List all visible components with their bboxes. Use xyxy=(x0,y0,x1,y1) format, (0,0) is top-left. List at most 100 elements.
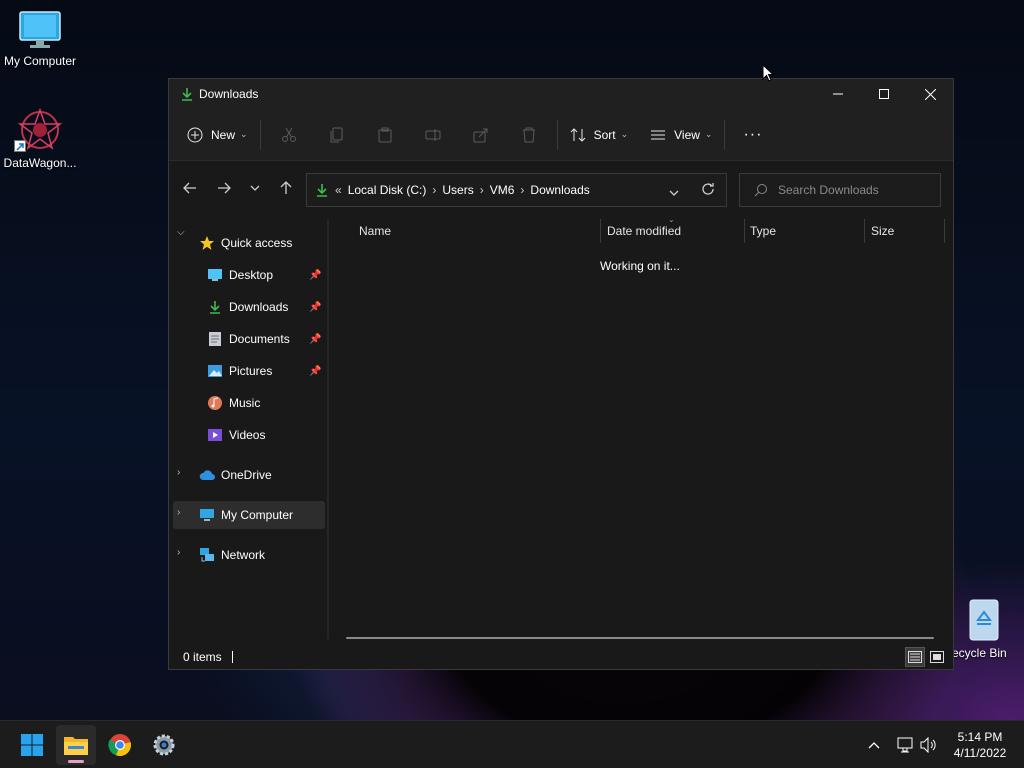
nav-item-label: Videos xyxy=(229,428,266,442)
title-bar[interactable]: Downloads xyxy=(169,79,953,109)
share-button[interactable] xyxy=(457,119,505,151)
window-title: Downloads xyxy=(199,87,259,101)
navigation-pane: ⌵ Quick access Desktop 📌 Downloads 📌 Doc… xyxy=(169,219,329,639)
sort-button-label: Sort xyxy=(593,127,616,142)
desktop-icon-label: ecycle Bin xyxy=(952,646,1007,660)
desktop-icon xyxy=(207,267,223,283)
taskbar-settings[interactable] xyxy=(144,725,184,765)
view-button-label: View xyxy=(674,127,700,142)
chevron-down-icon: ⌄ xyxy=(704,129,713,139)
chevron-down-icon: ⌄ xyxy=(620,129,629,139)
back-button[interactable] xyxy=(173,172,207,204)
desktop-icon-recycle-bin[interactable]: ecycle Bin xyxy=(944,596,1024,660)
maximize-button[interactable] xyxy=(861,79,907,109)
share-icon xyxy=(473,128,488,142)
chevron-right-icon[interactable]: › xyxy=(520,183,524,197)
copy-button[interactable] xyxy=(313,119,361,151)
desktop-icon-my-computer[interactable]: My Computer xyxy=(0,10,80,68)
details-view-button[interactable] xyxy=(905,647,925,667)
start-button[interactable] xyxy=(12,725,52,765)
refresh-button[interactable] xyxy=(701,182,715,199)
show-hidden-icons-button[interactable] xyxy=(868,721,880,768)
taskbar-chrome[interactable] xyxy=(100,725,140,765)
volume-button[interactable] xyxy=(920,721,938,768)
horizontal-scrollbar[interactable] xyxy=(346,637,934,639)
up-button[interactable] xyxy=(269,172,303,204)
chevron-right-icon[interactable]: › xyxy=(177,547,180,558)
sort-button[interactable]: Sort ⌄ xyxy=(562,119,637,151)
desktop-icon-datawagon[interactable]: DataWagon... xyxy=(0,107,80,170)
nav-item-my-computer[interactable]: My Computer xyxy=(199,501,293,529)
toolbar-divider xyxy=(556,119,558,150)
music-icon xyxy=(207,395,223,411)
cut-button[interactable] xyxy=(265,119,313,151)
desktop-icon-label: My Computer xyxy=(3,54,77,68)
nav-item-onedrive[interactable]: OneDrive xyxy=(199,461,272,489)
taskbar: 5:14 PM 4/11/2022 xyxy=(0,720,1024,768)
column-divider[interactable] xyxy=(944,219,945,243)
chevron-right-icon[interactable]: › xyxy=(432,183,436,197)
status-bar: 0 items xyxy=(169,645,953,669)
minimize-button[interactable] xyxy=(815,79,861,109)
clock[interactable]: 5:14 PM 4/11/2022 xyxy=(944,729,1016,761)
nav-item-label: OneDrive xyxy=(221,468,272,482)
new-button[interactable]: New ⌄ xyxy=(179,119,256,151)
chevron-down-icon[interactable]: ⌵ xyxy=(177,227,185,238)
shortcut-arrow-icon xyxy=(14,140,26,152)
breadcrumb-vm6[interactable]: VM6 xyxy=(490,183,515,197)
chevron-down-icon: ⌄ xyxy=(240,129,248,139)
column-divider[interactable] xyxy=(744,219,745,243)
active-app-indicator xyxy=(68,760,84,763)
details-view-icon xyxy=(908,651,922,663)
loading-message: Working on it... xyxy=(600,259,680,273)
column-divider[interactable] xyxy=(864,219,865,243)
download-icon xyxy=(179,86,195,102)
recent-locations-button[interactable] xyxy=(241,172,269,204)
column-header-name[interactable]: Name xyxy=(359,219,391,243)
command-bar: New ⌄ Sort ⌄ View ⌄ ··· xyxy=(169,109,953,161)
new-button-label: New xyxy=(211,127,236,142)
recycle-bin-icon xyxy=(964,596,1004,642)
search-box[interactable] xyxy=(739,173,941,207)
chevron-right-icon[interactable]: › xyxy=(177,507,180,518)
pin-icon: 📌 xyxy=(309,365,322,377)
address-history-button[interactable] xyxy=(669,185,679,199)
column-header-date-modified[interactable]: Date modified xyxy=(607,219,681,243)
nav-item-label: Network xyxy=(221,548,266,562)
nav-item-label: Downloads xyxy=(229,300,289,314)
tiles-view-button[interactable] xyxy=(927,647,947,667)
column-divider[interactable] xyxy=(600,219,601,243)
rename-button[interactable] xyxy=(409,119,457,151)
chevron-right-icon[interactable]: › xyxy=(480,183,484,197)
star-icon xyxy=(199,235,215,251)
nav-item-videos[interactable]: Videos xyxy=(207,421,265,449)
arrow-up-icon xyxy=(280,181,292,194)
videos-icon xyxy=(207,427,223,443)
nav-item-quick-access[interactable]: Quick access xyxy=(199,229,292,257)
download-icon xyxy=(317,184,327,197)
overflow-chevron-icon[interactable]: « xyxy=(335,183,342,197)
breadcrumb-local-disk[interactable]: Local Disk (C:) xyxy=(348,183,427,197)
column-header-type[interactable]: Type xyxy=(750,219,776,243)
paste-button[interactable] xyxy=(361,119,409,151)
close-button[interactable] xyxy=(907,79,953,109)
item-count: 0 items xyxy=(183,650,222,664)
nav-item-network[interactable]: Network xyxy=(199,541,265,569)
network-status-button[interactable] xyxy=(896,721,914,768)
cut-icon xyxy=(281,127,296,142)
breadcrumb-downloads[interactable]: Downloads xyxy=(530,183,589,197)
delete-icon xyxy=(522,127,535,142)
delete-button[interactable] xyxy=(505,119,553,151)
address-bar[interactable]: « Local Disk (C:) › Users › VM6 › Downlo… xyxy=(306,173,727,207)
desktop-icon-label: DataWagon... xyxy=(3,156,77,170)
search-input[interactable] xyxy=(778,183,938,197)
breadcrumb-users[interactable]: Users xyxy=(442,183,473,197)
view-button[interactable]: View ⌄ xyxy=(642,119,720,151)
column-header-size[interactable]: Size xyxy=(871,219,894,243)
pane-splitter[interactable] xyxy=(327,219,329,639)
forward-button[interactable] xyxy=(207,172,241,204)
chevron-right-icon[interactable]: › xyxy=(177,467,180,478)
taskbar-file-explorer[interactable] xyxy=(56,725,96,765)
more-options-button[interactable]: ··· xyxy=(729,119,776,151)
nav-item-music[interactable]: Music xyxy=(207,389,260,417)
